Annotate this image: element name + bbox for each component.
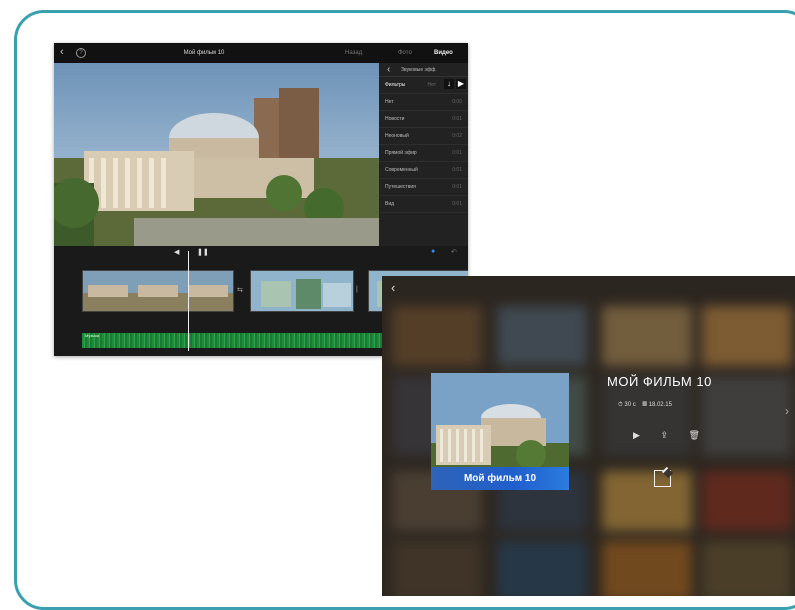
editor-topbar: ‹ ? Мой фильм 10 Назад Фото Видео: [54, 43, 468, 63]
video-clip[interactable]: [82, 270, 234, 312]
tab-video[interactable]: Видео: [434, 50, 453, 56]
project-actions: ▶ ⇪ 🗑: [633, 430, 718, 441]
chevron-right-icon[interactable]: ›: [785, 404, 789, 418]
play-icon[interactable]: ▶: [456, 79, 466, 89]
row-label: Фильтры: [385, 82, 406, 88]
project-thumbnail[interactable]: Мой фильм 10: [431, 373, 569, 490]
row-value: 0:01: [452, 184, 462, 190]
row-value: 0:01: [452, 201, 462, 207]
row-label: Вид: [385, 201, 395, 207]
panel-row[interactable]: Современный 0:01: [379, 162, 468, 179]
panel-row[interactable]: Неоновый 0:02: [379, 128, 468, 145]
edit-icon[interactable]: [654, 470, 671, 487]
trash-icon[interactable]: 🗑: [689, 430, 700, 440]
panel-title: Звуковые эфф.: [401, 67, 437, 73]
video-clip[interactable]: [250, 270, 354, 312]
audio-effects-panel: ‹ Звуковые эфф. Фильтры Нет ↓ ▶ Нет 0:00 …: [379, 63, 468, 246]
row-label: Неоновый: [385, 133, 409, 139]
pause-icon[interactable]: ❚❚: [197, 248, 209, 256]
row-label: Нет: [385, 99, 394, 105]
row-label: Прямой эфир: [385, 150, 417, 156]
clip-thumbnail: [251, 271, 353, 311]
undo-icon[interactable]: ↶: [451, 248, 457, 256]
video-preview: [54, 63, 379, 246]
tab-back[interactable]: Назад: [345, 50, 362, 56]
play-icon[interactable]: ▶: [633, 430, 640, 440]
panel-row[interactable]: Вид 0:01: [379, 196, 468, 213]
back-icon[interactable]: ‹: [387, 64, 390, 75]
theatre-image: [54, 63, 379, 246]
rewind-icon[interactable]: ◀: [174, 248, 179, 256]
row-value: 0:01: [452, 167, 462, 173]
share-icon[interactable]: ⇪: [660, 430, 668, 440]
project-meta: ⏱ 30 с ▦ 18.02.15: [618, 402, 672, 409]
transition-icon[interactable]: ⇆: [237, 286, 243, 294]
tab-photo[interactable]: Фото: [398, 50, 412, 56]
row-value: 0:01: [452, 150, 462, 156]
duration-icon: ⏱: [618, 402, 623, 408]
row-value: 0:00: [452, 99, 462, 105]
panel-row[interactable]: Путешествия 0:01: [379, 179, 468, 196]
row-label: Современный: [385, 167, 418, 173]
panel-row[interactable]: Фильтры Нет ↓ ▶: [379, 77, 468, 94]
row-label: Новости: [385, 116, 405, 122]
row-label: Путешествия: [385, 184, 416, 190]
panel-row[interactable]: Прямой эфир 0:01: [379, 145, 468, 162]
project-duration: 30 с: [624, 402, 636, 408]
row-value: 0:02: [452, 133, 462, 139]
panel-row[interactable]: Нет 0:00: [379, 94, 468, 111]
project-details-screenshot: ‹ Мой фильм 10 МОЙ ФИЛЬМ 10 ⏱ 30 с ▦ 18.…: [382, 276, 795, 596]
playhead[interactable]: [188, 251, 189, 351]
calendar-icon: ▦: [642, 402, 647, 408]
row-value: 0:01: [452, 116, 462, 122]
panel-header: ‹ Звуковые эфф.: [379, 63, 468, 77]
clip-thumbnail: [83, 271, 233, 311]
panel-row[interactable]: Новости 0:01: [379, 111, 468, 128]
download-icon[interactable]: ↓: [444, 79, 454, 89]
thumbnail-title: Мой фильм 10: [431, 467, 569, 490]
back-icon[interactable]: ‹: [391, 280, 395, 295]
transition-icon[interactable]: |: [356, 286, 358, 293]
editor-title: Мой фильм 10: [183, 50, 225, 56]
audio-track-label: Музыка: [85, 333, 100, 338]
row-value: Нет: [427, 82, 436, 88]
project-title: МОЙ ФИЛЬМ 10: [607, 374, 712, 389]
settings-icon[interactable]: ●: [431, 248, 435, 255]
project-date: 18.02.15: [648, 402, 672, 408]
